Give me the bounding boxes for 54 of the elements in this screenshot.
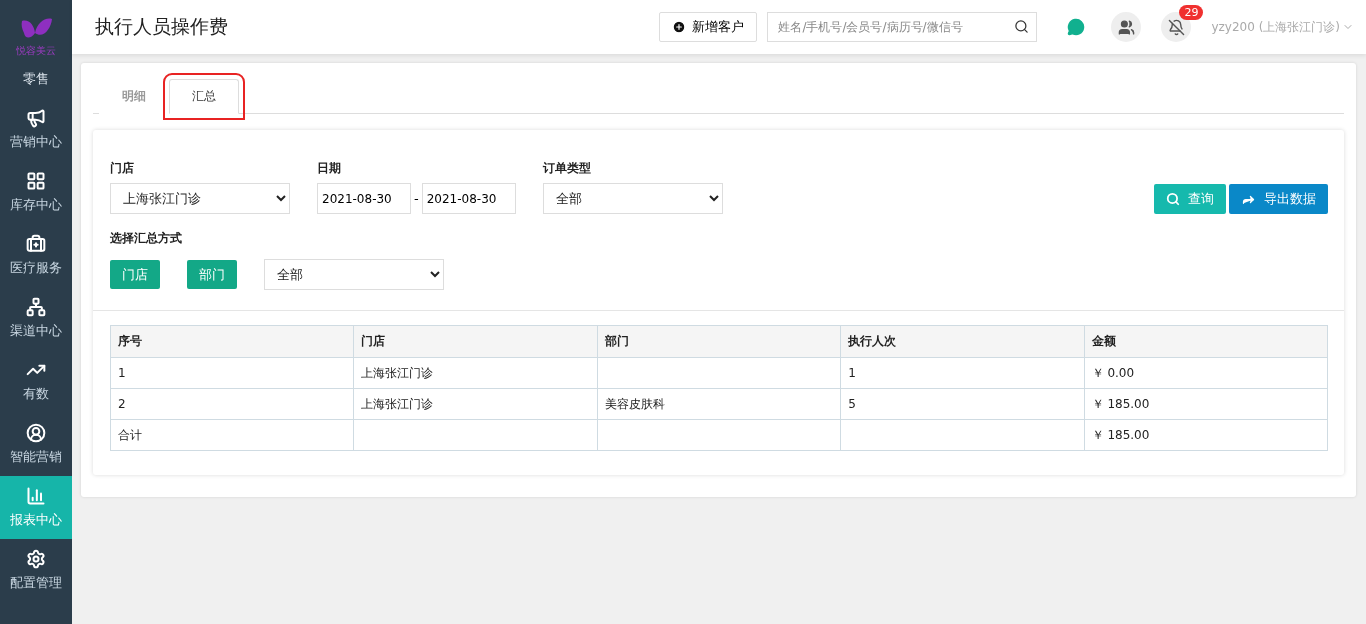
add-customer-button[interactable]: 新增客户	[659, 12, 758, 42]
order-type-select[interactable]: 全部	[542, 183, 723, 214]
summary-select[interactable]: 全部	[264, 259, 444, 290]
table-cell: 上海张江门诊	[353, 388, 598, 420]
notification-badge: 29	[1179, 5, 1204, 20]
megaphone-icon	[26, 108, 46, 128]
export-button[interactable]: 导出数据	[1229, 184, 1328, 214]
users-icon	[1117, 18, 1135, 36]
table-cell: 1	[840, 357, 1085, 389]
column-header: 执行人次	[840, 325, 1085, 358]
logo-text: 悦容美云	[16, 43, 56, 58]
column-header: 序号	[110, 325, 354, 358]
page-title: 执行人员操作费	[95, 14, 229, 39]
hierarchy-icon	[26, 297, 46, 317]
table-cell: 1	[110, 357, 354, 389]
settings-icon	[26, 549, 46, 569]
medical-kit-icon	[26, 234, 46, 254]
table-cell: 合计	[110, 419, 354, 451]
sidebar-item[interactable]: 渠道中心	[0, 287, 72, 350]
sidebar-item[interactable]: 智能营销	[0, 413, 72, 476]
users-button[interactable]	[1111, 12, 1142, 42]
column-header: 部门	[597, 325, 841, 358]
table-cell: ￥ 185.00	[1084, 388, 1328, 420]
field-label: 门店	[110, 160, 135, 177]
grid-icon	[26, 171, 46, 191]
search-icon	[1014, 19, 1030, 34]
sidebar-item[interactable]: 库存中心	[0, 161, 72, 224]
sidebar-item[interactable]: 医疗服务	[0, 224, 72, 287]
field-label: 日期	[317, 160, 342, 177]
store-select[interactable]: 上海张江门诊	[110, 183, 290, 214]
date-field[interactable]: 2021-08-30	[317, 183, 411, 214]
mode-label: 零售	[22, 70, 50, 88]
table-cell: 上海张江门诊	[353, 357, 598, 389]
bar-chart-icon	[26, 486, 46, 506]
chat-bubble-icon	[1067, 18, 1086, 36]
column-header: 金额	[1084, 325, 1328, 358]
sidebar-item[interactable]: 配置管理	[0, 539, 72, 602]
search-icon	[1166, 192, 1180, 206]
table-cell: 2	[110, 388, 354, 420]
field-label: 订单类型	[542, 160, 592, 177]
date-field[interactable]: 2021-08-30	[421, 183, 516, 214]
table-cell: ￥ 0.00	[1084, 357, 1328, 389]
plus-icon	[672, 20, 687, 34]
column-header: 门店	[353, 325, 598, 358]
date-separator: -	[414, 191, 419, 206]
table-cell: 美容皮肤科	[597, 388, 841, 420]
user-circle-icon	[26, 423, 46, 443]
sidebar-item[interactable]: 有数	[0, 350, 72, 413]
section-label: 选择汇总方式	[110, 230, 183, 247]
table-cell: 5	[840, 388, 1085, 420]
bell-off-icon	[1167, 18, 1185, 36]
sidebar-item[interactable]: 营销中心	[0, 98, 72, 161]
search-field[interactable]: 姓名/手机号/会员号/病历号/微信号	[767, 12, 1038, 42]
table-cell: ￥ 185.00	[1084, 419, 1328, 451]
